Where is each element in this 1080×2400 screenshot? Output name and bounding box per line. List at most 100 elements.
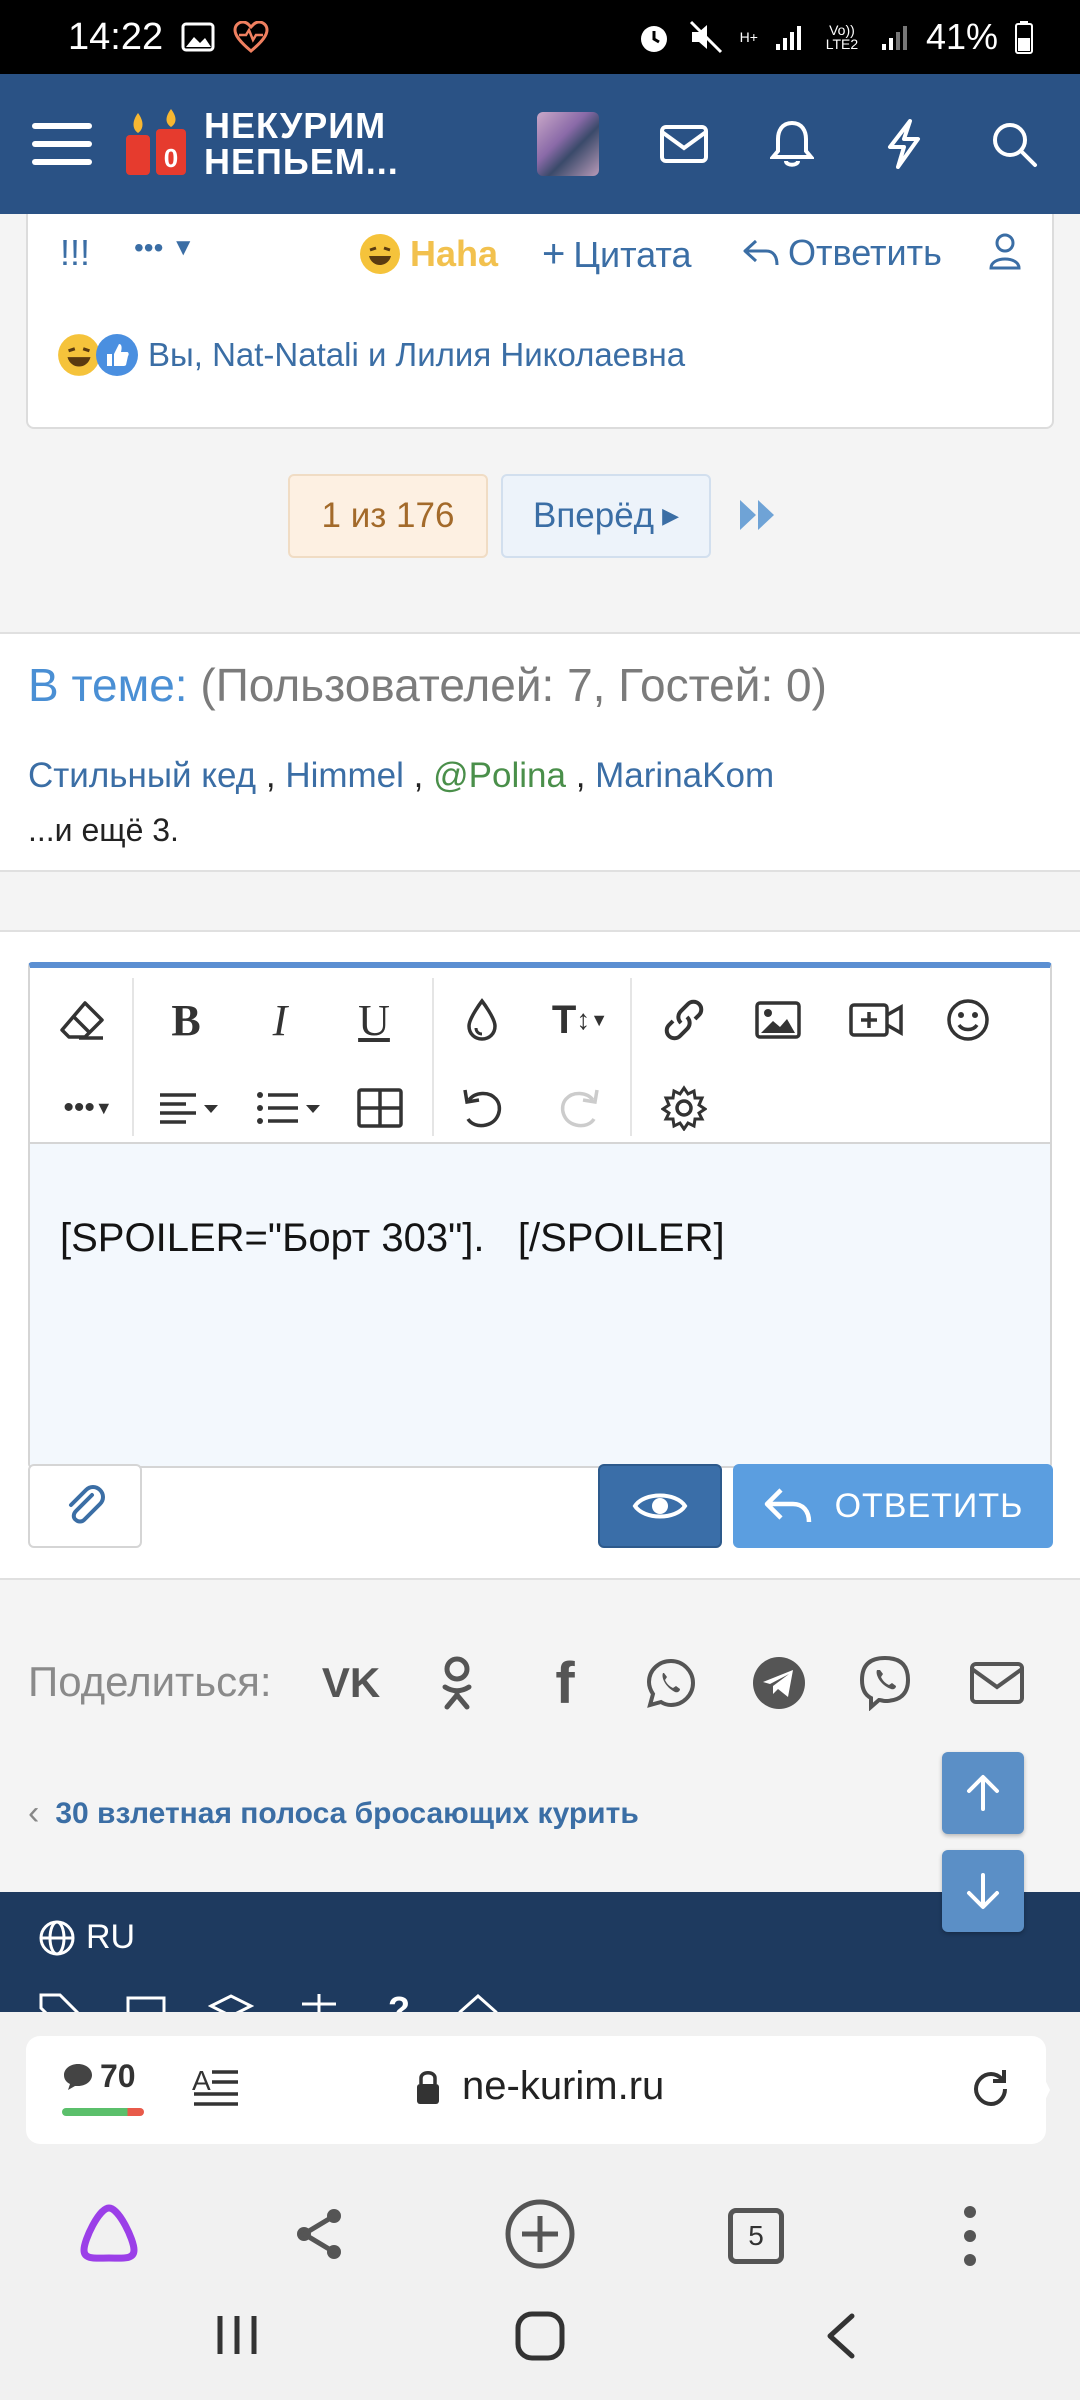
menu-icon[interactable] (32, 119, 92, 169)
telegram-icon[interactable] (746, 1650, 812, 1716)
new-tab-icon[interactable] (504, 2198, 576, 2270)
smiley-icon[interactable] (936, 988, 1000, 1052)
haha-reaction-button[interactable]: Haha (358, 232, 498, 276)
topic-label: В теме: (28, 659, 188, 711)
address-bar[interactable]: 70 A ne-kurim.ru (26, 2036, 1046, 2144)
inbox-icon[interactable] (654, 112, 714, 176)
topic-more-users: ...и ещё 3. (28, 812, 179, 848)
tabs-counter[interactable]: 5 (728, 2208, 784, 2264)
home-icon[interactable] (456, 1992, 500, 2012)
svg-text:?: ? (388, 1992, 410, 2012)
paperclip-icon (69, 1485, 105, 1524)
gallery-icon (181, 22, 215, 52)
topic-user-2[interactable]: Himmel (285, 756, 404, 795)
tag-icon[interactable] (38, 1992, 84, 2012)
scroll-bottom-button[interactable] (942, 1850, 1024, 1932)
attach-button[interactable] (28, 1464, 142, 1548)
back-icon[interactable] (822, 2312, 858, 2360)
reader-mode-icon[interactable]: A (190, 2064, 240, 2112)
bell-icon[interactable] (762, 112, 822, 176)
link-icon[interactable] (652, 988, 716, 1052)
undo-icon[interactable] (450, 1076, 514, 1140)
image-icon[interactable] (746, 988, 810, 1052)
reload-icon[interactable] (970, 2068, 1012, 2110)
laughing-emoji-icon (360, 234, 400, 274)
prev-thread-link[interactable]: ‹ 30 взлетная полоса бросающих курить (28, 1794, 639, 1833)
battery-icon (1015, 21, 1033, 54)
scales-icon[interactable] (296, 1992, 342, 2012)
settings-gear-icon[interactable] (652, 1076, 716, 1140)
vk-icon[interactable]: VK (318, 1650, 384, 1716)
more-options-icon[interactable]: ••• ▼ (50, 1076, 126, 1140)
user-avatar[interactable] (537, 112, 599, 176)
font-size-icon[interactable]: T ↕ ▼ (538, 988, 622, 1052)
underline-icon[interactable]: U (342, 988, 406, 1052)
viber-icon[interactable] (852, 1650, 918, 1716)
alice-assistant-icon[interactable] (76, 2202, 142, 2264)
italic-icon[interactable]: I (248, 988, 312, 1052)
svg-text:0: 0 (164, 143, 178, 173)
caret-down-icon: ▼ (171, 234, 196, 261)
lte-label: Vo)) LTE2 (825, 22, 859, 52)
plus-icon: + (542, 232, 566, 276)
comment-bubble-icon (64, 2063, 92, 2090)
logo-line-2: НЕПЬЕМ... (204, 141, 399, 182)
color-icon[interactable] (450, 988, 514, 1052)
site-logo[interactable]: 0 НЕКУРИМ НЕПЬЕМ... (122, 108, 399, 180)
lightning-icon[interactable] (874, 112, 934, 176)
next-page-button[interactable]: Вперёд ▶ (501, 474, 711, 558)
whatsapp-icon[interactable] (638, 1650, 704, 1716)
odnoklassniki-icon[interactable] (424, 1650, 490, 1716)
submit-reply-button[interactable]: ОТВЕТИТЬ (733, 1464, 1053, 1548)
recent-apps-icon[interactable] (214, 2312, 260, 2358)
mail-icon[interactable] (126, 1992, 166, 2012)
list-icon[interactable] (248, 1076, 332, 1140)
search-icon[interactable] (984, 112, 1044, 176)
quote-button[interactable]: + Цитата (542, 232, 692, 277)
redo-icon[interactable] (548, 1076, 612, 1140)
status-time: 14:22 (68, 15, 164, 58)
language-selector[interactable]: RU (38, 1918, 135, 1957)
lock-icon (417, 2071, 439, 2104)
signal-2-icon (881, 26, 907, 50)
mute-icon (689, 20, 722, 54)
reply-link-button[interactable]: Ответить (742, 232, 942, 274)
post-actions-card: !!! ••• ▼ Haha + Цитата Ответить Вы, Nat-N… (26, 214, 1054, 429)
topic-user-4[interactable]: MarinaKom (595, 756, 774, 795)
preview-button[interactable] (598, 1464, 722, 1548)
more-menu-button[interactable]: ••• ▼ (134, 232, 195, 264)
editor-text-area[interactable]: [SPOILER="Борт 303"]. [/SPOILER] (30, 1144, 1050, 1466)
clear-format-icon[interactable] (50, 988, 114, 1052)
graduation-icon[interactable] (208, 1992, 254, 2012)
editor-toolbar: B I U T ↕ ▼ ••• ▼ (30, 968, 1050, 1144)
url-text: ne-kurim.ru (462, 2064, 665, 2108)
topic-user-3[interactable]: @Polina (433, 756, 566, 795)
email-icon[interactable] (964, 1650, 1030, 1716)
help-icon[interactable]: ? (384, 1992, 414, 2012)
scroll-top-button[interactable] (942, 1752, 1024, 1834)
video-icon[interactable] (844, 988, 908, 1052)
battery-percent: 41% (925, 16, 998, 57)
topic-counts: (Пользователей: 7, Гостей: 0) (200, 659, 827, 711)
topic-user-1[interactable]: Стильный кед (28, 756, 256, 795)
comments-counter[interactable]: 70 (62, 2058, 136, 2095)
share-icon[interactable] (292, 2206, 346, 2262)
table-icon[interactable] (348, 1076, 412, 1140)
network-type: H+ (739, 29, 758, 45)
bang-button[interactable]: !!! (60, 232, 90, 274)
page-current[interactable]: 1 из 176 (288, 474, 488, 558)
comments-bar (62, 2108, 144, 2116)
user-icon[interactable] (988, 232, 1022, 270)
reply-arrow-icon (743, 239, 779, 266)
bold-icon[interactable]: B (154, 988, 218, 1052)
last-page-icon[interactable] (738, 498, 778, 532)
site-footer: RU ? (0, 1892, 1080, 2012)
rich-text-editor: B I U T ↕ ▼ ••• ▼ [SPOILER="Борт 303"]. [/S… (28, 962, 1052, 1468)
facebook-icon[interactable]: f (532, 1650, 598, 1716)
overflow-menu-icon[interactable] (960, 2204, 980, 2268)
home-button-icon[interactable] (514, 2310, 566, 2362)
reactions-summary[interactable]: Вы, Nat-Natali и Лилия Николаевна (56, 332, 685, 378)
topic-heading: В теме: (Пользователей: 7, Гостей: 0) (28, 658, 827, 712)
share-label: Поделиться: (28, 1658, 272, 1705)
align-icon[interactable] (148, 1076, 232, 1140)
